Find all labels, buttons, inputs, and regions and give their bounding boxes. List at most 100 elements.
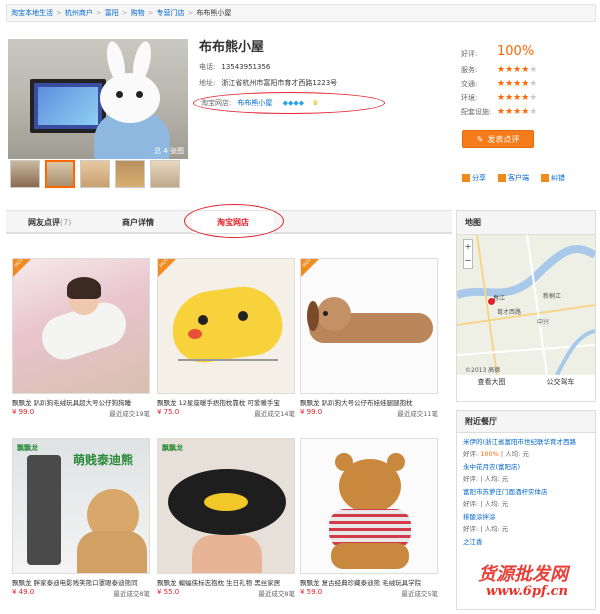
nearby-name[interactable]: 排酸涂拌涂 xyxy=(463,511,589,521)
rating-row-service: 服务: ★★★★★ xyxy=(461,65,537,75)
product-card[interactable]: 飘飘龙 复古经典珍藏泰迪熊 毛绒玩具学院 ¥ 59.0 最近成交5笔 xyxy=(300,438,438,598)
product-image[interactable]: HOT xyxy=(12,258,150,394)
product-title[interactable]: 飘飘龙 蝙蝠侠标志抱枕 生日礼物 黑丝家居 xyxy=(157,577,295,587)
shop-main-photo[interactable]: 总 4 张图 xyxy=(8,39,188,159)
thumbnail[interactable] xyxy=(115,160,145,188)
nearby-name[interactable]: 永中花月农(富阳店) xyxy=(463,461,589,471)
taobao-label: 淘宝网店: xyxy=(201,99,232,107)
pencil-icon: ✎ xyxy=(476,134,484,144)
nearby-name[interactable]: 之江香 xyxy=(463,536,589,546)
product-title[interactable]: 飘飘龙 趴趴狗大号公仔布娃娃腿腿抱枕 xyxy=(300,397,438,407)
good-rate-value: 100% xyxy=(497,44,535,59)
watermark-url: www.6pf.cn xyxy=(486,584,568,599)
mobile-icon xyxy=(498,174,506,182)
nearby-name[interactable]: 富阳市苏萝庄门面酒杆实体店 xyxy=(463,486,589,496)
client-link[interactable]: 客户端 xyxy=(498,173,529,183)
nearby-good-rate: 100% xyxy=(480,450,499,458)
product-image[interactable] xyxy=(300,438,438,574)
shop-phone: 13543951356 xyxy=(221,63,271,71)
map-panel: 地图 + − 春江 新桐江 中兴 育才西路 ©2013 高德 查看大图 公交驾车 xyxy=(456,210,596,402)
product-sold: 最近成交19笔 xyxy=(109,410,150,418)
photo-count[interactable]: 总 4 张图 xyxy=(154,146,184,156)
watermark-text: 货源批发网 xyxy=(478,564,568,585)
write-review-button[interactable]: ✎ 发表点评 xyxy=(462,130,534,148)
view-large-map-link[interactable]: 查看大图 xyxy=(478,377,506,387)
taobao-shop-row: 淘宝网店: 布布熊小屋 ◆◆◆◆ ♛ xyxy=(201,98,319,108)
map-footer: 查看大图 公交驾车 xyxy=(457,377,595,387)
map-title: 地图 xyxy=(457,211,595,235)
product-image[interactable]: 飘飘龙 xyxy=(157,438,295,574)
product-sold: 最近成交11笔 xyxy=(397,410,438,418)
nearby-item: 排酸涂拌涂 好评: | 人均: 元 xyxy=(457,508,595,533)
nearby-item: 米伊的(浙江省富阳市世纪联华育才西路 好评: 100% | 人均: 元 xyxy=(457,433,595,458)
product-card[interactable]: HOT 飘飘龙 趴趴狗大号公仔布娃娃腿腿抱枕 ¥ 99.0 最近成交11笔 xyxy=(300,258,438,418)
product-image[interactable]: 飘飘龙 萌贱泰迪熊 xyxy=(12,438,150,574)
good-rate-label: 好评: xyxy=(461,50,478,58)
thumbnail[interactable] xyxy=(150,160,180,188)
shop-actions: 分享 客户端 纠错 xyxy=(462,173,565,183)
product-price: ¥ 59.0 xyxy=(300,588,323,596)
thumbnail[interactable] xyxy=(80,160,110,188)
shop-phone-row: 电话: 13543951356 xyxy=(199,62,270,72)
product-title[interactable]: 飘飘龙 胖家泰迪电影贱笑熊口罩眼泰迪熊同 xyxy=(12,577,150,587)
breadcrumb-item-category[interactable]: 购物 xyxy=(131,8,145,18)
nearby-item: 永中花月农(富阳店) 好评: | 人均: 元 xyxy=(457,458,595,483)
breadcrumb-item-city[interactable]: 杭州商户 xyxy=(65,8,93,18)
breadcrumb-item-local[interactable]: 淘宝本地生活 xyxy=(11,8,53,18)
highlight-oval xyxy=(184,204,284,238)
map-label: 新桐江 xyxy=(543,293,562,300)
share-link[interactable]: 分享 xyxy=(462,173,486,183)
map-graphic xyxy=(457,235,595,375)
breadcrumb-item-district[interactable]: 富阳 xyxy=(105,8,119,18)
taobao-shop-link[interactable]: 布布熊小屋 xyxy=(237,99,272,107)
product-price: ¥ 99.0 xyxy=(300,408,323,416)
breadcrumb-item-subcategory[interactable]: 专营门店 xyxy=(157,8,185,18)
transit-link[interactable]: 公交驾车 xyxy=(547,377,575,387)
product-title[interactable]: 飘飘龙 趴趴狗毛绒玩具超大号公仔狗狗睡 xyxy=(12,397,150,407)
thumbnail[interactable] xyxy=(10,160,40,188)
breadcrumb-sep: > xyxy=(147,9,154,17)
monitor-graphic xyxy=(30,79,106,133)
rating-row-environment: 环境: ★★★★★ xyxy=(461,93,537,103)
rating-stars: ★★★★★ xyxy=(497,107,538,117)
rating-label: 交通: xyxy=(461,80,478,88)
product-price: ¥ 75.0 xyxy=(157,408,180,416)
product-image[interactable]: HOT xyxy=(157,258,295,394)
tab-reviews[interactable]: 网友点评 (7) xyxy=(28,211,71,233)
product-image[interactable]: HOT xyxy=(300,258,438,394)
product-card[interactable]: 飘飘龙 萌贱泰迪熊 飘飘龙 胖家泰迪电影贱笑熊口罩眼泰迪熊同 ¥ 49.0 最近成… xyxy=(12,438,150,598)
rating-label: 服务: xyxy=(461,66,478,74)
product-sold: 最近成交14笔 xyxy=(254,410,295,418)
breadcrumb: 淘宝本地生活 > 杭州商户 > 富阳 > 购物 > 专营门店 > 布布熊小屋 xyxy=(6,4,596,22)
map-label: 育才西路 xyxy=(497,309,522,316)
product-card[interactable]: HOT 飘飘龙 趴趴狗毛绒玩具超大号公仔狗狗睡 ¥ 99.0 最近成交19笔 xyxy=(12,258,150,418)
tab-shop-details[interactable]: 商户详情 xyxy=(122,211,154,233)
rating-row-traffic: 交通: ★★★★★ xyxy=(461,79,537,89)
nearby-name[interactable]: 米伊的(浙江省富阳市世纪联华育才西路 xyxy=(463,436,589,446)
shop-address-row: 地址: 浙江省杭州市富阳市育才西路1223号 xyxy=(199,78,337,88)
rating-stars: ★★★★★ xyxy=(497,65,538,75)
nearby-item: 富阳市苏萝庄门面酒杆实体店 好评: | 人均: 元 xyxy=(457,483,595,508)
product-price: ¥ 55.0 xyxy=(157,588,180,596)
nearby-item: 之江香 xyxy=(457,533,595,546)
breadcrumb-current: 布布熊小屋 xyxy=(196,9,232,17)
product-card[interactable]: 飘飘龙 飘飘龙 蝙蝠侠标志抱枕 生日礼物 黑丝家居 ¥ 55.0 最近成交8笔 xyxy=(157,438,295,598)
phone-label: 电话: xyxy=(199,63,216,71)
product-sold: 最近成交5笔 xyxy=(401,590,438,598)
shop-name: 布布熊小屋 xyxy=(199,40,265,55)
rating-stars: ★★★★★ xyxy=(497,79,538,89)
rating-row-facilities: 配套设施: ★★★★★ xyxy=(461,107,537,117)
gold-crown-icon: ♛ xyxy=(312,99,319,107)
map-label: 中兴 xyxy=(537,319,550,326)
product-title[interactable]: 飘飘龙 12星座暖手捂抱枕靠枕 可爱暖手宝 xyxy=(157,397,295,407)
product-card[interactable]: HOT 飘飘龙 12星座暖手捂抱枕靠枕 可爱暖手宝 ¥ 75.0 最近成交14笔 xyxy=(157,258,295,418)
report-error-link[interactable]: 纠错 xyxy=(541,173,565,183)
zoom-control[interactable]: + − xyxy=(463,239,473,269)
diamond-rank-icon: ◆◆◆◆ xyxy=(282,99,305,107)
product-price: ¥ 49.0 xyxy=(12,588,35,596)
map-label: 春江 xyxy=(493,295,506,302)
map-view[interactable]: + − 春江 新桐江 中兴 育才西路 ©2013 高德 xyxy=(457,235,595,375)
product-title[interactable]: 飘飘龙 复古经典珍藏泰迪熊 毛绒玩具学院 xyxy=(300,577,438,587)
thumbnail-selected[interactable] xyxy=(45,160,75,188)
write-review-label: 发表点评 xyxy=(487,134,520,144)
